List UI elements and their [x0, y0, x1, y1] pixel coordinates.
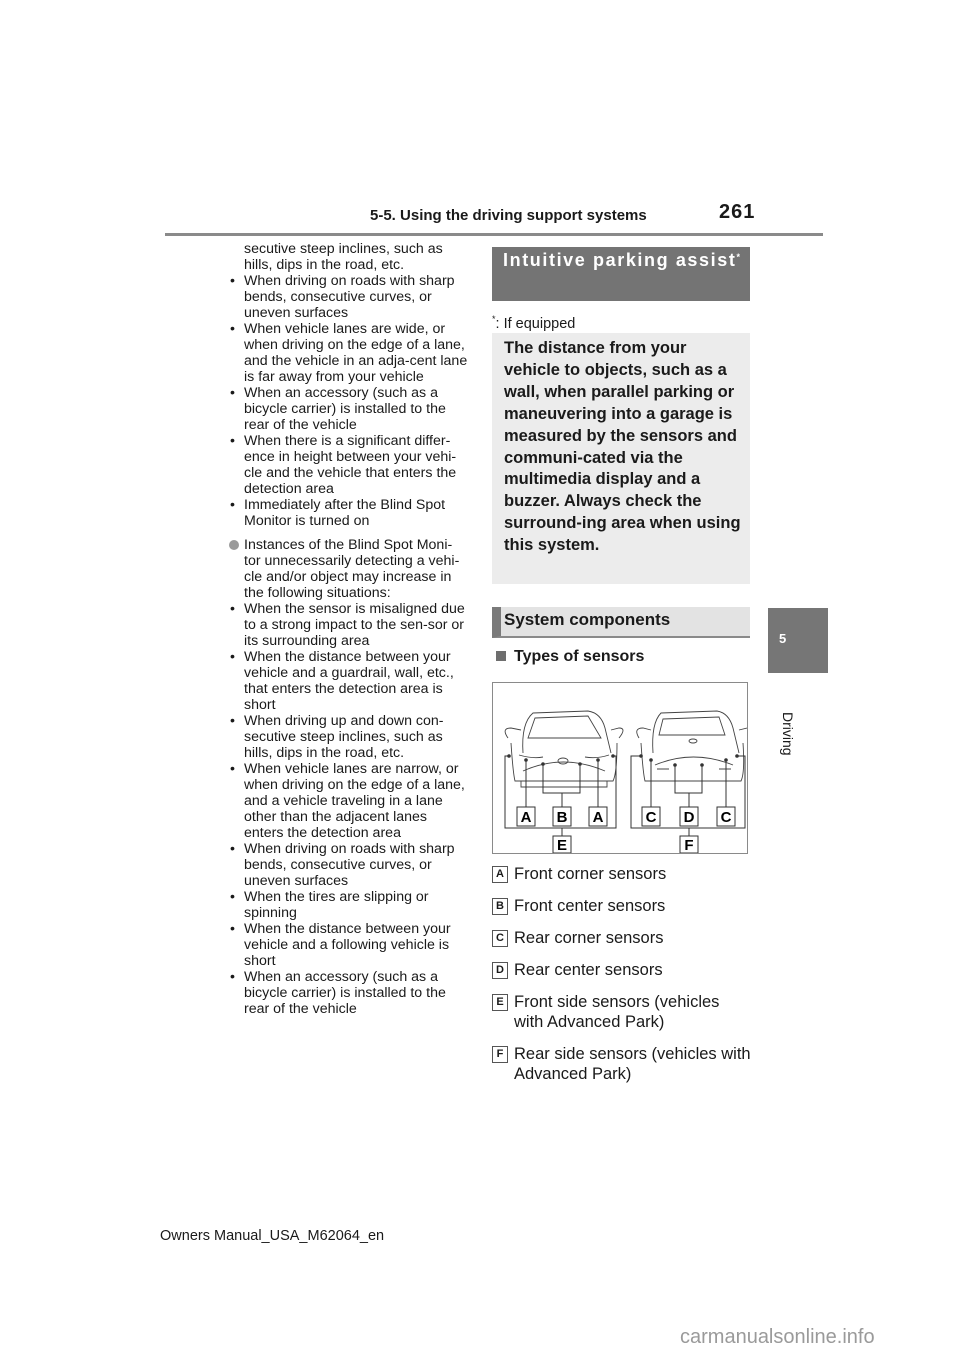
bullet-item: Immediately after the Blind Spot Monitor… [228, 497, 468, 529]
legend-item: D Rear center sensors [492, 960, 752, 980]
legend-key: C [492, 930, 508, 947]
bullet-item: When driving up and down con-secutive st… [228, 713, 468, 761]
label-b: B [557, 809, 568, 826]
manual-id: Owners Manual_USA_M62064_en [160, 1228, 385, 1244]
bullet-item: When the sensor is misaligned due to a s… [228, 601, 468, 649]
legend-item: C Rear corner sensors [492, 928, 752, 948]
label-c-right: C [721, 809, 732, 826]
subheading: System components [492, 607, 750, 638]
legend-key: B [492, 898, 508, 915]
legend-item: E Front side sensors (vehicles with Advan… [492, 992, 752, 1032]
bullet-item: When driving on roads with sharp bends, … [228, 273, 468, 321]
label-f: F [684, 837, 693, 853]
bullet-item: When vehicle lanes are narrow, or when d… [228, 761, 468, 841]
legend-key: D [492, 962, 508, 979]
footnote: *: If equipped [492, 314, 576, 332]
sensor-diagram-svg: A B A E C D C F [504, 710, 748, 854]
sensor-legend: A Front corner sensors B Front center sens… [492, 864, 752, 1096]
sensor-diagram: A B A E C D C F [492, 682, 748, 854]
bullet-item: When the distance between your vehicle a… [228, 649, 468, 713]
bullet-item: When an accessory (such as a bicycle car… [228, 969, 468, 1017]
bullet-item: When there is a significant differ-ence … [228, 433, 468, 497]
section-heading: Intuitive parking assist* [492, 247, 750, 301]
legend-item: F Rear side sensors (vehicles with Advanc… [492, 1044, 752, 1084]
label-e: E [557, 837, 567, 853]
square-bullet-icon [496, 651, 506, 661]
page-number: 261 [719, 201, 756, 223]
label-d: D [684, 809, 695, 826]
continuation-text: secutive steep inclines, such as hills, … [244, 241, 443, 273]
bullet-item: When driving on roads with sharp bends, … [228, 841, 468, 889]
left-column: secutive steep inclines, such as hills, … [228, 241, 468, 1017]
asterisk-mark: * [736, 252, 740, 262]
bullet-item: When vehicle lanes are wide, or when dri… [228, 321, 468, 385]
legend-key: A [492, 866, 508, 883]
circle-note: Instances of the Blind Spot Moni-tor unn… [228, 537, 468, 601]
chapter-label: Driving [780, 712, 796, 756]
legend-key: F [492, 1046, 508, 1063]
rear-car-outline [636, 710, 748, 782]
intro-box: The distance from your vehicle to object… [492, 333, 750, 584]
chapter-tab[interactable]: 5 [768, 608, 828, 673]
types-heading: Types of sensors [496, 648, 644, 666]
bullet-item: When the tires are slipping or spinning [228, 889, 468, 921]
legend-item: A Front corner sensors [492, 864, 752, 884]
bullet-item: When the distance between your vehicle a… [228, 921, 468, 969]
bullet-item: When an accessory (such as a bicycle car… [228, 385, 468, 433]
label-a-left: A [521, 809, 532, 826]
label-a-right: A [593, 809, 604, 826]
header-divider [165, 233, 823, 236]
diagram-labels: A B A E C D C F [516, 806, 736, 854]
section-title: 5-5. Using the driving support systems [370, 207, 647, 224]
legend-key: E [492, 994, 508, 1011]
circle-bullet-icon [229, 540, 239, 550]
sensor-dots [507, 754, 739, 767]
legend-item: B Front center sensors [492, 896, 752, 916]
leader-lines [504, 755, 746, 836]
front-car-outline [504, 710, 624, 788]
watermark[interactable]: carmanualsonline.info [680, 1326, 875, 1349]
label-c-left: C [646, 809, 657, 826]
